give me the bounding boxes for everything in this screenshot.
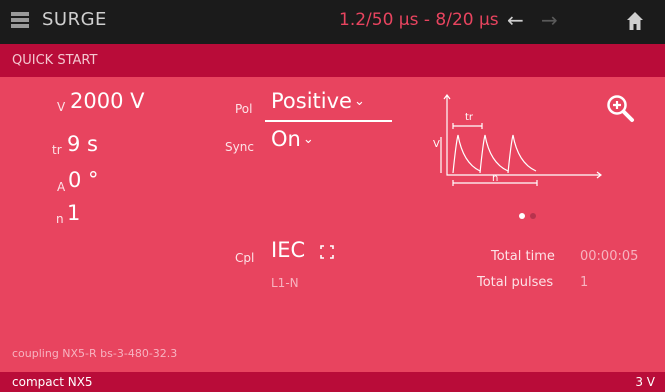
polarity-underline <box>265 120 392 122</box>
polarity-dropdown[interactable]: Positive ⌄ <box>271 89 365 113</box>
arrow-left-icon[interactable]: ← <box>507 8 524 32</box>
zoom-in-icon[interactable] <box>606 94 636 124</box>
arrow-right-icon: → <box>541 8 558 32</box>
pulse-diagram: tr V n <box>433 94 602 186</box>
coupling-value[interactable]: IEC <box>271 238 305 262</box>
polarity-value: Positive <box>271 89 352 113</box>
chevron-down-icon: ⌄ <box>302 132 314 147</box>
expand-icon[interactable] <box>320 245 334 259</box>
polarity-label: Pol <box>235 102 253 116</box>
total-time-value: 00:00:05 <box>580 249 639 264</box>
tr-label: tr <box>52 143 62 157</box>
coupling-note: coupling NX5-R bs-3-480-32.3 <box>12 347 178 360</box>
surge-screen: SURGE 1.2/50 µs - 8/20 µs ← → QUICK STAR… <box>0 0 665 392</box>
angle-label: A <box>57 180 66 194</box>
top-bar: SURGE 1.2/50 µs - 8/20 µs ← → <box>0 0 665 44</box>
waveform-selector[interactable]: 1.2/50 µs - 8/20 µs <box>339 10 499 30</box>
tr-marker: tr <box>465 112 474 123</box>
voltage-label: V <box>57 100 66 114</box>
v-marker: V <box>433 139 440 150</box>
voltage-value[interactable]: 2000 V <box>70 89 144 113</box>
n-marker: n <box>492 173 498 184</box>
count-value[interactable]: 1 <box>67 201 80 225</box>
sync-value: On <box>271 127 301 151</box>
app-title: SURGE <box>42 9 107 30</box>
tr-value[interactable]: 9 s <box>67 132 98 156</box>
total-pulses-value: 1 <box>580 275 589 290</box>
total-time-label: Total time <box>491 249 555 264</box>
status-bar: compact NX5 3 V <box>0 372 665 392</box>
status-voltage: 3 V <box>635 375 655 389</box>
chevron-down-icon: ⌄ <box>353 94 365 109</box>
page-dot-active[interactable] <box>519 213 525 219</box>
sub-header: QUICK START <box>0 44 665 77</box>
page-title: QUICK START <box>12 53 98 68</box>
sync-dropdown[interactable]: On ⌄ <box>271 127 314 151</box>
home-icon[interactable] <box>626 11 644 31</box>
device-name: compact NX5 <box>12 375 93 389</box>
page-dot[interactable] <box>530 213 536 219</box>
coupling-label: Cpl <box>235 251 255 265</box>
coupling-line: L1-N <box>271 276 299 290</box>
angle-value[interactable]: 0 ° <box>68 168 99 192</box>
menu-icon[interactable] <box>11 12 29 29</box>
count-label: n <box>56 212 64 226</box>
sync-label: Sync <box>225 140 254 154</box>
total-pulses-label: Total pulses <box>477 275 554 290</box>
